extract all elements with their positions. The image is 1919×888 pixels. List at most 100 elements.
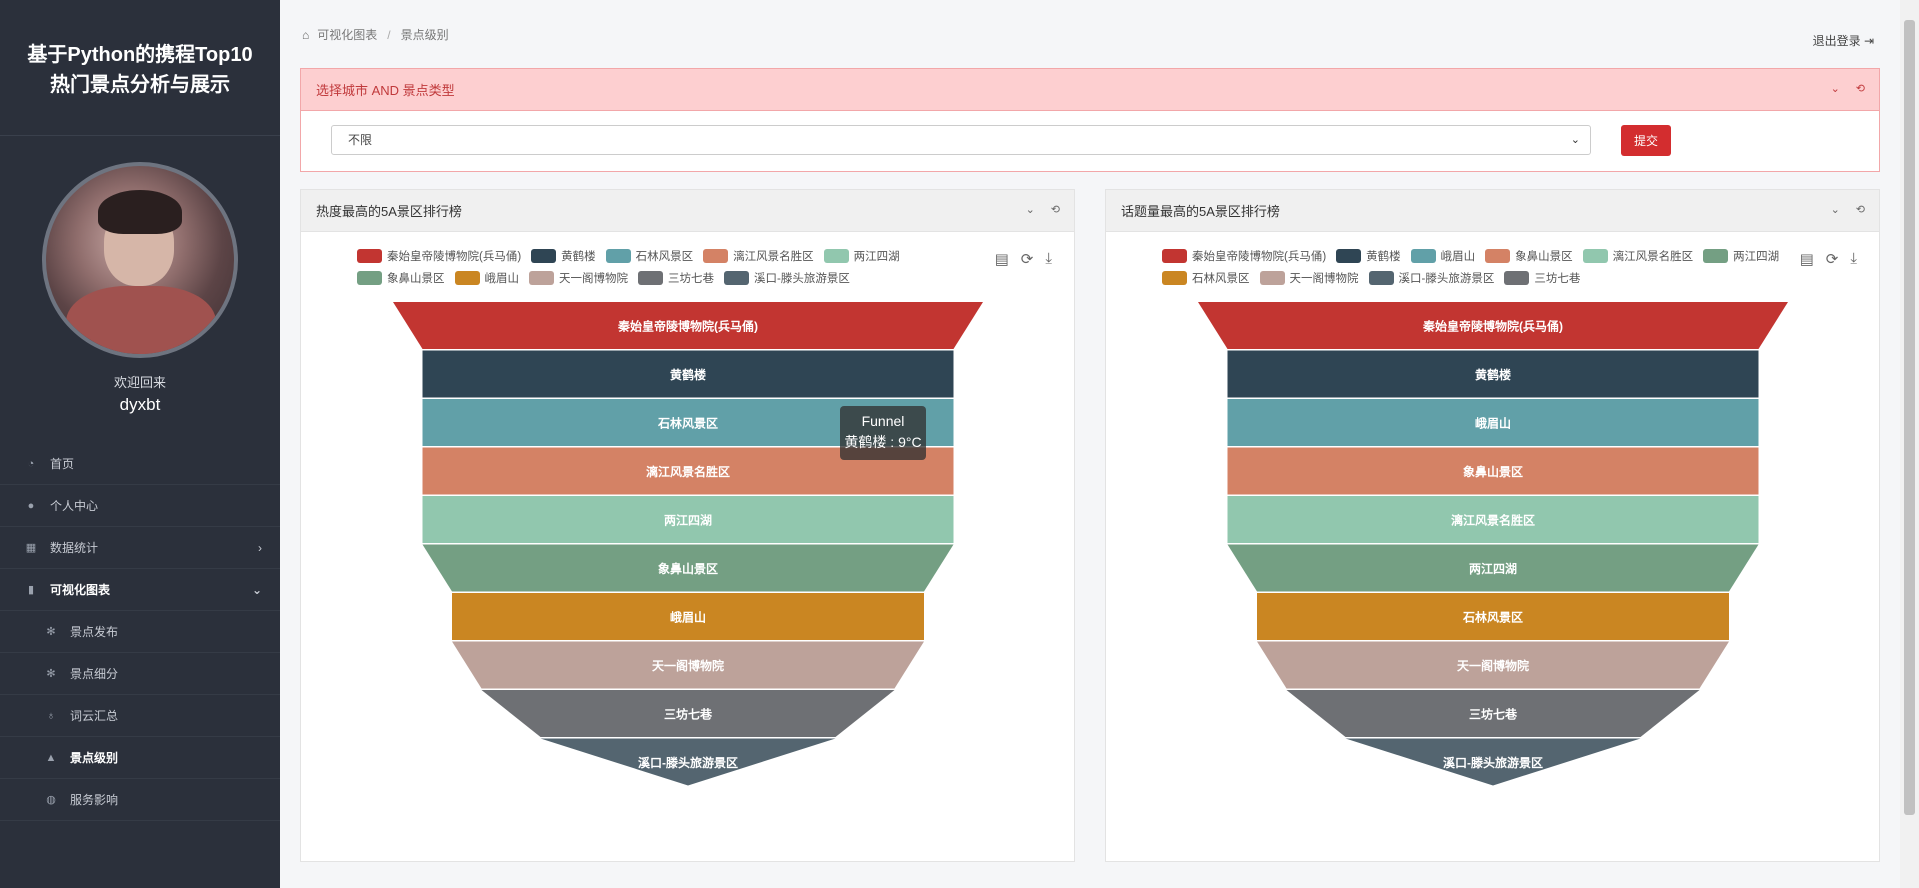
legend-item[interactable]: 溪口-滕头旅游景区 [724, 270, 850, 286]
funnel-label: 黄鹤楼 [1475, 367, 1511, 382]
city-type-select[interactable]: 不限 ⌄ [331, 125, 1591, 155]
user-profile: 欢迎回来 dyxbt [0, 136, 280, 426]
collapse-icon[interactable]: ⌄ [1831, 203, 1840, 216]
refresh-icon[interactable]: ⟲ [1051, 203, 1060, 216]
select-value: 不限 [348, 133, 373, 147]
submit-button[interactable]: 提交 [1621, 125, 1671, 156]
legend-item[interactable]: 两江四湖 [1703, 248, 1779, 264]
legend-item[interactable]: 三坊七巷 [1504, 270, 1580, 286]
legend-item[interactable]: 漓江风景名胜区 [1582, 248, 1693, 264]
lightbulb-icon: ♁ [46, 709, 56, 722]
funnel-label: 秦始皇帝陵博物院(兵马俑) [1422, 318, 1563, 333]
legend-item[interactable]: 石林风景区 [605, 248, 694, 264]
legend-swatch [1368, 271, 1394, 285]
legend-swatch [531, 249, 557, 263]
sidebar-item-label: 景点级别 [70, 751, 119, 765]
refresh-icon[interactable]: ⟲ [1856, 203, 1865, 216]
refresh-icon[interactable]: ⟲ [1856, 82, 1865, 95]
gear-icon: ✻ [46, 668, 56, 680]
legend-label: 三坊七巷 [668, 273, 714, 285]
sidebar-item[interactable]: ✻ 景点细分 [0, 653, 280, 695]
legend-item[interactable]: 象鼻山景区 [1485, 248, 1573, 264]
legend-swatch [823, 249, 849, 263]
legend-item[interactable]: 天一阁博物院 [1259, 270, 1359, 286]
data-view-icon[interactable]: ▤ [995, 250, 1009, 268]
logout-button[interactable]: 退出登录 ⇥ [1813, 32, 1874, 49]
sidebar-item-label: 服务影响 [70, 793, 119, 807]
funnel-label: 漓江风景名胜区 [646, 464, 730, 479]
breadcrumb-item-level: 景点级别 [400, 28, 449, 42]
legend-item[interactable]: 黄鹤楼 [531, 248, 596, 264]
funnel-label: 溪口-滕头旅游景区 [638, 755, 738, 770]
breadcrumb-separator: / [387, 27, 391, 42]
filter-panel-header: 选择城市 AND 景点类型 ⌄ ⟲ [301, 69, 1879, 111]
legend-item[interactable]: 天一阁博物院 [529, 270, 628, 286]
logout-label: 退出登录 [1812, 34, 1861, 48]
legend-item[interactable]: 秦始皇帝陵博物院(兵马俑) [357, 248, 521, 264]
home-icon[interactable]: ⌂ [302, 28, 309, 42]
sidebar-item[interactable]: ✻ 景点发布 [0, 611, 280, 653]
sidebar-item-label: 可视化图表 [50, 583, 111, 597]
download-icon[interactable]: ⤓ [1045, 250, 1052, 268]
scrollbar-thumb[interactable] [1904, 20, 1915, 815]
legend-item[interactable]: 三坊七巷 [638, 270, 714, 286]
sidebar-item[interactable]: ▲ 景点级别 [0, 737, 280, 779]
legend-label: 溪口-滕头旅游景区 [754, 273, 850, 285]
bar-chart-icon: ▮ [27, 584, 35, 596]
legend-item[interactable]: 象鼻山景区 [357, 270, 445, 286]
grid-icon: ▦ [25, 542, 37, 554]
chart-toolbox: ▤ ⟳ ⤓ [1800, 250, 1857, 268]
legend-swatch [357, 249, 382, 263]
sidebar-item[interactable]: ♁ 词云汇总 [0, 695, 280, 737]
legend-swatch [703, 249, 729, 263]
legend-item[interactable]: 溪口-滕头旅游景区 [1368, 270, 1495, 286]
legend-label: 秦始皇帝陵博物院(兵马俑) [387, 251, 522, 263]
funnel-label: 峨眉山 [670, 609, 706, 624]
legend-swatch [1336, 249, 1362, 263]
sidebar-item[interactable]: ◔ 首页 [0, 443, 280, 485]
legend-item[interactable]: 黄鹤楼 [1336, 248, 1401, 264]
collapse-icon[interactable]: ⌄ [1026, 203, 1035, 216]
sidebar-item[interactable]: ◍ 服务影响 [0, 779, 280, 821]
breadcrumb-item-charts[interactable]: 可视化图表 [317, 26, 377, 43]
legend-swatch [1162, 271, 1187, 285]
legend-label: 溪口-滕头旅游景区 [1398, 273, 1495, 285]
restore-icon[interactable]: ⟳ [1826, 250, 1839, 268]
funnel-chart: 秦始皇帝陵博物院(兵马俑) 黄鹤楼峨眉山象鼻山景区漓江风景名胜区两江四湖石林风景区… [1198, 302, 1788, 786]
legend-label: 两江四湖 [1733, 251, 1780, 263]
legend-swatch [724, 271, 749, 285]
data-view-icon[interactable]: ▤ [1800, 250, 1814, 268]
sidebar-item-label: 词云汇总 [70, 709, 119, 723]
sidebar-item[interactable]: ▮ 可视化图表 ⌄ [0, 569, 280, 611]
sidebar-item[interactable]: ▦ 数据统计 › [0, 527, 280, 569]
collapse-icon[interactable]: ⌄ [1831, 82, 1840, 95]
legend-label: 石林风景区 [635, 251, 694, 263]
chevron-icon: ⌄ [251, 582, 262, 597]
funnel-label: 天一阁博物院 [1457, 658, 1529, 673]
legend-item[interactable]: 两江四湖 [823, 248, 900, 264]
legend-item[interactable]: 秦始皇帝陵博物院(兵马俑) [1162, 248, 1326, 264]
app-title-line1: 基于Python的携程Top10 [27, 43, 253, 66]
chevron-icon: › [258, 540, 262, 555]
funnel-label: 溪口-滕头旅游景区 [1443, 755, 1543, 770]
welcome-text: 欢迎回来 [113, 375, 166, 390]
page-scrollbar[interactable] [1900, 0, 1919, 888]
legend-swatch [1485, 249, 1511, 263]
download-icon[interactable]: ⤓ [1850, 250, 1857, 268]
legend-item[interactable]: 石林风景区 [1162, 270, 1250, 286]
legend-label: 天一阁博物院 [1289, 273, 1359, 285]
sidebar-item[interactable]: ● 个人中心 [0, 485, 280, 527]
legend-label: 峨眉山 [1440, 251, 1476, 263]
legend-item[interactable]: 漓江风景名胜区 [703, 248, 814, 264]
sidebar-item-label: 数据统计 [50, 541, 99, 555]
chart-panel-header: 话题量最高的5A景区排行榜 ⌄ ⟲ [1106, 190, 1879, 232]
gear-icon: ✻ [46, 626, 56, 638]
hot-5a-chart-panel: 热度最高的5A景区排行榜 ⌄ ⟲ 秦始皇帝陵博物院(兵马俑) 黄鹤楼 石林风景区 漓江… [300, 189, 1075, 862]
legend-item[interactable]: 峨眉山 [454, 270, 519, 286]
funnel-label: 两江四湖 [1469, 561, 1517, 576]
restore-icon[interactable]: ⟳ [1021, 250, 1034, 268]
legend-item[interactable]: 峨眉山 [1410, 248, 1476, 264]
legend-label: 三坊七巷 [1534, 273, 1581, 285]
avatar [42, 162, 238, 358]
app-title-line2: 热门景点分析与展示 [50, 73, 230, 96]
